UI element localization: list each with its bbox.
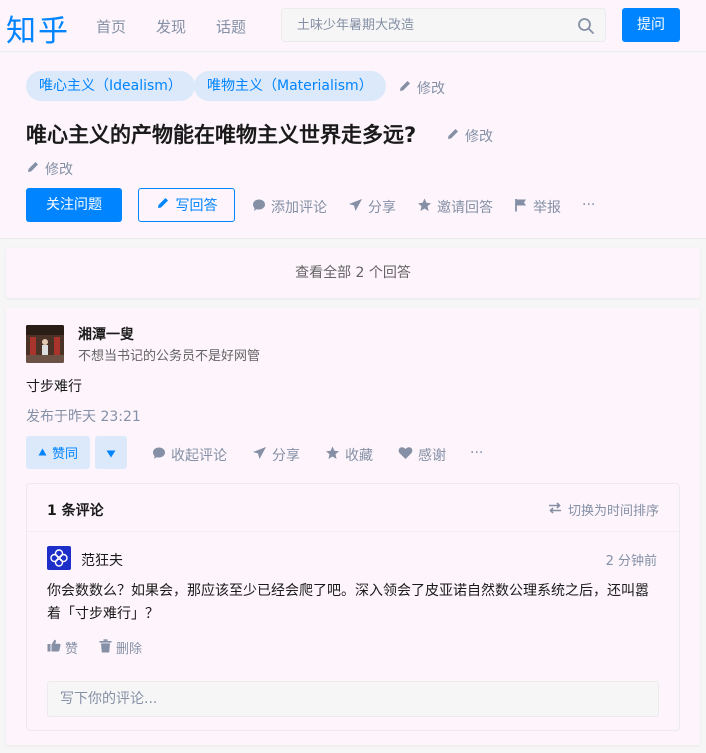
pencil-icon	[156, 196, 170, 214]
comment-like-button[interactable]: 赞	[47, 638, 78, 657]
write-answer-label: 写回答	[175, 198, 218, 214]
thumbs-up-icon	[47, 639, 61, 656]
pencil-icon	[26, 160, 40, 178]
edit-title-link[interactable]: 修改	[446, 126, 493, 146]
comment-input-box	[47, 681, 659, 717]
author-bio: 不想当书记的公务员不是好网管	[78, 349, 261, 364]
comment-bubble-icon	[252, 198, 266, 216]
commenter-name[interactable]: 范狂夫	[81, 550, 123, 570]
pencil-icon	[446, 127, 460, 145]
collapse-comments-button[interactable]: 收起评论	[152, 445, 227, 465]
sort-toggle-button[interactable]: 切换为时间排序	[548, 500, 659, 519]
report-button[interactable]: 举报	[514, 197, 561, 217]
collapse-comments-label: 收起评论	[171, 448, 227, 464]
comment-count: 1 条评论	[47, 503, 104, 519]
search-input[interactable]	[282, 9, 552, 41]
nav-item-discover[interactable]: 发现	[156, 16, 186, 37]
heart-icon	[398, 446, 413, 464]
search-box	[281, 8, 606, 42]
delete-label: 删除	[116, 642, 143, 657]
share-question-button[interactable]: 分享	[348, 197, 396, 217]
invite-answer-button[interactable]: 邀请回答	[417, 197, 493, 217]
commenter-avatar[interactable]	[47, 546, 71, 570]
favorite-button[interactable]: 收藏	[325, 445, 373, 465]
thanks-label: 感谢	[418, 448, 446, 464]
favorite-label: 收藏	[345, 448, 373, 464]
more-options-button[interactable]: ···	[582, 197, 595, 213]
comment-delete-button[interactable]: 删除	[99, 638, 142, 657]
comments-header: 1 条评论 切换为时间排序	[27, 484, 679, 532]
write-answer-button[interactable]: 写回答	[138, 188, 235, 222]
topic-tag-idealism[interactable]: 唯心主义（Idealism）	[26, 71, 195, 101]
answer-content: 寸步难行	[26, 379, 82, 395]
share-label: 分享	[272, 448, 300, 464]
comments-panel: 1 条评论 切换为时间排序 范狂夫 2 分钟前 你会数数么？如果会，那应该至少已…	[26, 483, 680, 731]
share-plane-icon	[252, 446, 267, 464]
star-icon	[325, 446, 340, 464]
sort-toggle-label: 切换为时间排序	[567, 504, 659, 519]
search-icon[interactable]	[577, 17, 595, 39]
trash-icon	[99, 638, 112, 657]
flag-icon	[514, 198, 528, 216]
edit-topics-link[interactable]: 修改	[398, 78, 445, 98]
report-label: 举报	[533, 200, 561, 216]
nav-item-home[interactable]: 首页	[96, 16, 126, 37]
like-label: 赞	[65, 642, 79, 657]
downvote-button[interactable]	[95, 436, 127, 469]
author-name[interactable]: 湘潭一叟	[78, 324, 134, 344]
add-comment-label: 添加评论	[271, 200, 327, 216]
ask-question-button[interactable]: 提问	[622, 8, 680, 42]
nav-item-topics[interactable]: 话题	[216, 16, 246, 37]
share-plane-icon	[348, 198, 363, 216]
top-navigation-bar: 知乎 首页 发现 话题 提问	[0, 0, 706, 52]
comment-text: 你会数数么？如果会，那应该至少已经会爬了吧。深入领会了皮亚诺自然数公理系统之后，…	[47, 583, 649, 622]
author-avatar[interactable]	[26, 325, 64, 363]
comment-timestamp: 2 分钟前	[605, 554, 657, 569]
add-comment-button[interactable]: 添加评论	[252, 197, 327, 217]
comment-input[interactable]	[48, 682, 658, 716]
follow-question-button[interactable]: 关注问题	[26, 188, 122, 222]
answer-timestamp[interactable]: 发布于昨天 23:21	[26, 406, 141, 426]
topic-tag-materialism[interactable]: 唯物主义（Materialism）	[194, 71, 386, 101]
swap-arrows-icon	[548, 501, 562, 518]
comment-bubble-icon	[152, 446, 166, 464]
answer-card: 湘潭一叟 不想当书记的公务员不是好网管 寸步难行 发布于昨天 23:21 赞同 …	[6, 308, 700, 745]
zhihu-logo[interactable]: 知乎	[6, 6, 70, 50]
upvote-label: 赞同	[51, 447, 78, 462]
share-label: 分享	[368, 200, 396, 216]
share-answer-button[interactable]: 分享	[252, 445, 300, 465]
question-header: 唯心主义（Idealism） 唯物主义（Materialism） 修改 唯心主义…	[0, 53, 706, 239]
edit-label: 修改	[417, 81, 445, 97]
triangle-up-icon	[38, 445, 47, 460]
question-title: 唯心主义的产物能在唯物主义世界走多远?	[26, 123, 417, 147]
invite-label: 邀请回答	[437, 200, 493, 216]
edit-label: 修改	[45, 162, 73, 178]
answer-more-options-button[interactable]: ···	[470, 445, 483, 461]
pencil-icon	[398, 79, 412, 97]
triangle-down-icon	[106, 443, 116, 462]
edit-label: 修改	[465, 129, 493, 145]
star-icon	[417, 198, 432, 216]
thanks-button[interactable]: 感谢	[398, 445, 446, 465]
edit-description-link[interactable]: 修改	[26, 159, 73, 179]
view-all-answers-button[interactable]: 查看全部 2 个回答	[6, 248, 700, 298]
upvote-button[interactable]: 赞同	[26, 436, 90, 469]
